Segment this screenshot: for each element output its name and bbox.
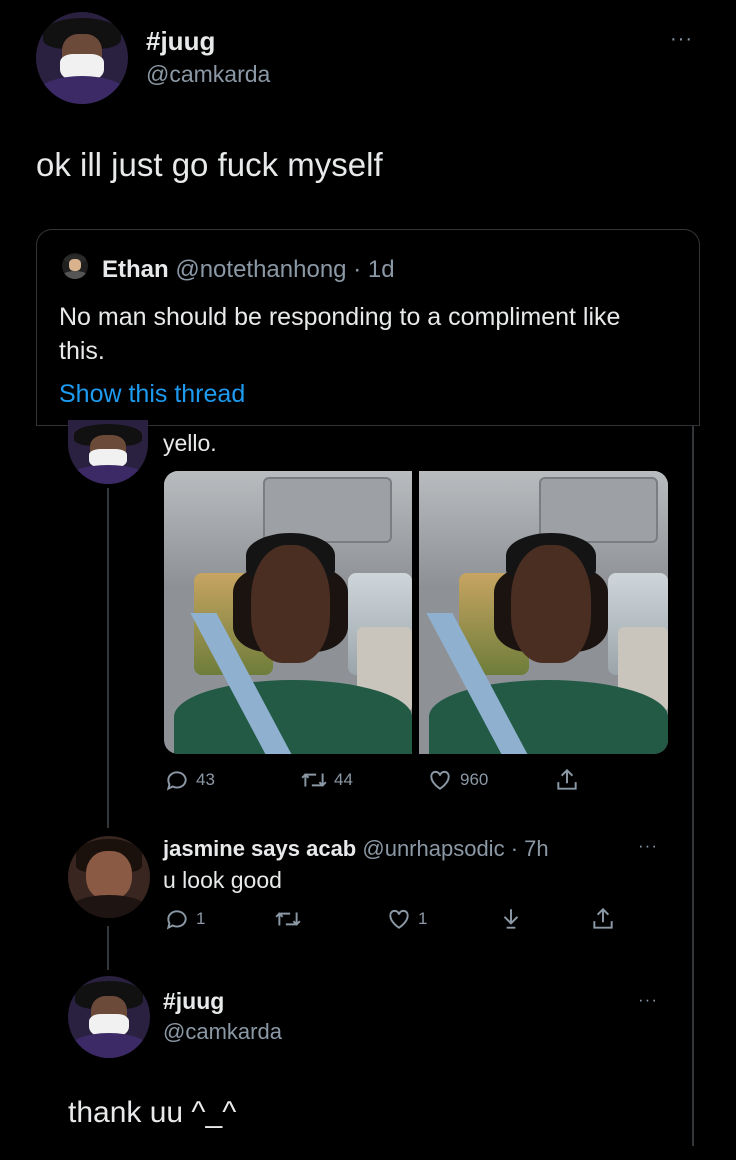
- share-icon: [554, 767, 580, 793]
- reply1-handle[interactable]: @unrhapsodic: [362, 836, 504, 861]
- quoted-text-line2: this.: [59, 337, 105, 365]
- reply1-time[interactable]: 7h: [524, 836, 548, 861]
- photo-left[interactable]: [164, 471, 412, 754]
- reply2-display-name[interactable]: #juug: [163, 988, 224, 1015]
- reply2-handle[interactable]: @camkarda: [163, 1019, 282, 1045]
- inner-reply-button[interactable]: 43: [164, 767, 215, 793]
- reply-icon: [164, 767, 190, 793]
- share-icon: [590, 906, 616, 932]
- reply2-text: thank uu ^_^: [68, 1096, 237, 1129]
- quoted-handle[interactable]: @notethanhong: [175, 256, 346, 283]
- main-handle[interactable]: @camkarda: [146, 61, 270, 88]
- reply-icon: [164, 906, 190, 932]
- avatar-juug-inner[interactable]: [68, 420, 148, 484]
- photo-right[interactable]: [419, 471, 668, 754]
- reply1-like-count: 1: [418, 909, 428, 928]
- avatar-juug-reply[interactable]: [68, 976, 150, 1058]
- retweet-icon: [300, 767, 328, 793]
- reply1-separator: ·: [510, 836, 519, 861]
- avatar-ethan[interactable]: [62, 253, 88, 279]
- reply1-reply-count: 1: [196, 909, 206, 928]
- reply1-like-button[interactable]: 1: [386, 906, 427, 932]
- reply1-download-button[interactable]: [498, 906, 524, 932]
- reply2-more-icon[interactable]: ···: [638, 990, 658, 1010]
- inner-like-button[interactable]: 960: [426, 767, 488, 793]
- reply1-display-name[interactable]: jasmine says acab: [163, 836, 356, 861]
- reply1-more-icon[interactable]: ···: [638, 836, 658, 856]
- thread-line-1: [107, 488, 109, 828]
- reply1-share-button[interactable]: [590, 906, 616, 932]
- right-border-line: [692, 426, 694, 1146]
- inner-reply-count: 43: [196, 770, 215, 789]
- main-display-name[interactable]: #juug: [146, 26, 215, 57]
- inner-like-count: 960: [460, 770, 489, 789]
- inner-retweet-button[interactable]: 44: [300, 767, 353, 793]
- avatar-jasmine[interactable]: [68, 836, 150, 918]
- main-tweet-text: ok ill just go fuck myself: [36, 146, 383, 183]
- inner-retweet-count: 44: [334, 770, 353, 789]
- inner-share-button[interactable]: [554, 767, 580, 793]
- main-more-icon[interactable]: ···: [670, 28, 693, 51]
- quoted-text-line1: No man should be responding to a complim…: [59, 303, 621, 331]
- heart-icon: [386, 906, 412, 932]
- thread-line-2: [107, 926, 109, 970]
- quoted-separator: ·: [353, 256, 362, 283]
- reply1-header: jasmine says acab @unrhapsodic · 7h: [163, 836, 549, 862]
- avatar-juug-main[interactable]: [36, 12, 128, 104]
- retweet-icon: [274, 906, 302, 932]
- show-thread-link[interactable]: Show this thread: [59, 380, 245, 409]
- reply1-text: u look good: [163, 867, 282, 893]
- reply1-retweet-button[interactable]: [274, 906, 302, 932]
- inner-tweet-text: yello.: [163, 430, 217, 456]
- reply1-reply-button[interactable]: 1: [164, 906, 205, 932]
- download-icon: [498, 906, 524, 932]
- heart-icon: [426, 767, 454, 793]
- quoted-display-name[interactable]: Ethan: [102, 256, 169, 283]
- quoted-header: Ethan @notethanhong · 1d: [102, 256, 395, 284]
- quoted-time[interactable]: 1d: [368, 256, 395, 283]
